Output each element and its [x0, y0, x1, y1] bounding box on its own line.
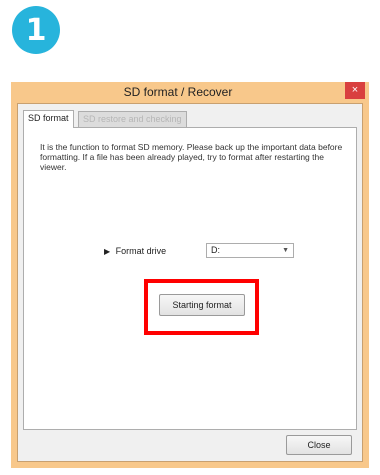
dialog-client-area: SD format SD restore and checking It is …: [17, 103, 363, 462]
close-icon[interactable]: ×: [345, 82, 365, 99]
title-bar[interactable]: SD format / Recover ×: [11, 82, 369, 103]
format-drive-text: Format drive: [115, 246, 167, 256]
drive-select[interactable]: D: ▼: [206, 243, 294, 258]
step-number-badge: 1: [12, 6, 60, 54]
format-drive-label: ▶ Format drive: [104, 246, 166, 256]
chevron-down-icon: ▼: [282, 247, 289, 254]
starting-format-button[interactable]: Starting format: [159, 294, 245, 316]
drive-select-value: D:: [211, 245, 220, 255]
window-title: SD format / Recover: [123, 85, 233, 99]
tab-sd-format[interactable]: SD format: [23, 110, 74, 128]
sd-format-dialog: SD format / Recover × SD format SD resto…: [11, 82, 369, 468]
tab-sd-restore[interactable]: SD restore and checking: [78, 111, 187, 128]
close-button[interactable]: Close: [286, 435, 352, 455]
tab-panel: It is the function to format SD memory. …: [23, 127, 357, 430]
description-text: It is the function to format SD memory. …: [40, 142, 343, 172]
right-triangle-icon: ▶: [104, 247, 111, 256]
